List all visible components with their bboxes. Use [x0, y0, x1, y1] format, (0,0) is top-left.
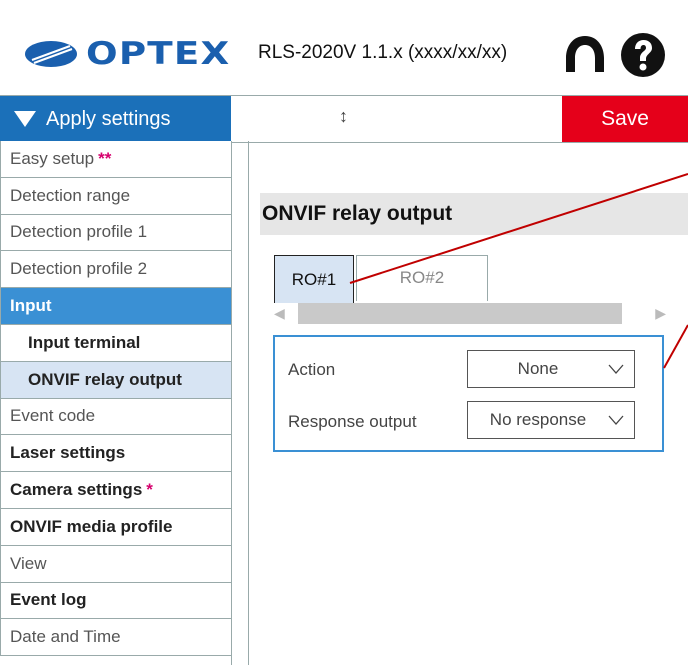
sidebar-item-date-and-time[interactable]: Date and Time — [0, 619, 231, 657]
response-output-value: No response — [489, 410, 587, 429]
sidebar-item-onvif-relay-output[interactable]: ONVIF relay output — [0, 361, 231, 399]
scroll-left-icon[interactable]: ◀ — [274, 305, 285, 322]
user-icon[interactable] — [562, 32, 608, 81]
firmware-version: RLS-2020V 1.1.x (xxxx/xx/xx) — [258, 42, 508, 63]
sidebar-item-label: Easy setup — [10, 148, 95, 168]
required-marker: * — [146, 480, 153, 500]
optex-logo: OPTEX — [24, 36, 229, 72]
toolbar: Apply settings ↕ Save — [0, 95, 688, 143]
scroll-right-icon[interactable]: ▶ — [655, 305, 666, 322]
sidebar-item-input[interactable]: Input — [0, 288, 231, 325]
response-output-label: Response output — [288, 412, 417, 431]
tab-ro1[interactable]: RO#1 — [274, 255, 354, 303]
sidebar-item-detection-range[interactable]: Detection range — [0, 177, 231, 215]
sidebar-item-detection-profile-1[interactable]: Detection profile 1 — [0, 214, 231, 252]
optex-logo-icon — [25, 41, 77, 67]
help-icon[interactable] — [620, 32, 666, 83]
chevron-down-icon — [608, 361, 634, 377]
action-value: None — [517, 359, 559, 378]
action-select[interactable]: None — [467, 350, 635, 388]
tab-ro2[interactable]: RO#2 — [356, 255, 488, 301]
sidebar-item-input-terminal[interactable]: Input terminal — [0, 324, 231, 362]
response-output-select[interactable]: No response — [467, 401, 635, 439]
sidebar-item-laser-settings[interactable]: Laser settings — [0, 435, 231, 473]
sidebar-item-view[interactable]: View — [0, 545, 231, 583]
apply-settings-label: Apply settings — [46, 107, 171, 130]
sidebar-item-camera-settings[interactable]: Camera settings * — [0, 472, 231, 509]
horizontal-scrollbar[interactable]: ◀ ▶ — [274, 301, 666, 325]
sidebar-item-label: Camera settings — [10, 480, 143, 500]
apply-settings-button[interactable]: Apply settings — [0, 96, 231, 142]
sidebar-item-easy-setup[interactable]: Easy setup ** — [0, 141, 231, 178]
sidebar: Easy setup ** Detection range Detection … — [0, 141, 232, 665]
sidebar-item-detection-profile-2[interactable]: Detection profile 2 — [0, 251, 231, 289]
sidebar-item-event-code[interactable]: Event code — [0, 398, 231, 436]
sidebar-item-onvif-media-profile[interactable]: ONVIF media profile — [0, 508, 231, 546]
action-label: Action — [288, 360, 336, 379]
header: OPTEX RLS-2020V 1.1.x (xxxx/xx/xx) — [0, 0, 688, 95]
sidebar-item-event-log[interactable]: Event log — [0, 582, 231, 620]
scrollbar-thumb[interactable] — [298, 303, 622, 324]
chevron-down-icon — [608, 412, 634, 428]
save-button[interactable]: Save — [562, 96, 688, 142]
triangle-down-icon — [14, 111, 36, 127]
page-title: ONVIF relay output — [260, 193, 688, 235]
required-marker: ** — [98, 148, 112, 168]
logo-text: OPTEX — [86, 36, 231, 72]
resize-handle-icon[interactable]: ↕ — [339, 106, 348, 127]
